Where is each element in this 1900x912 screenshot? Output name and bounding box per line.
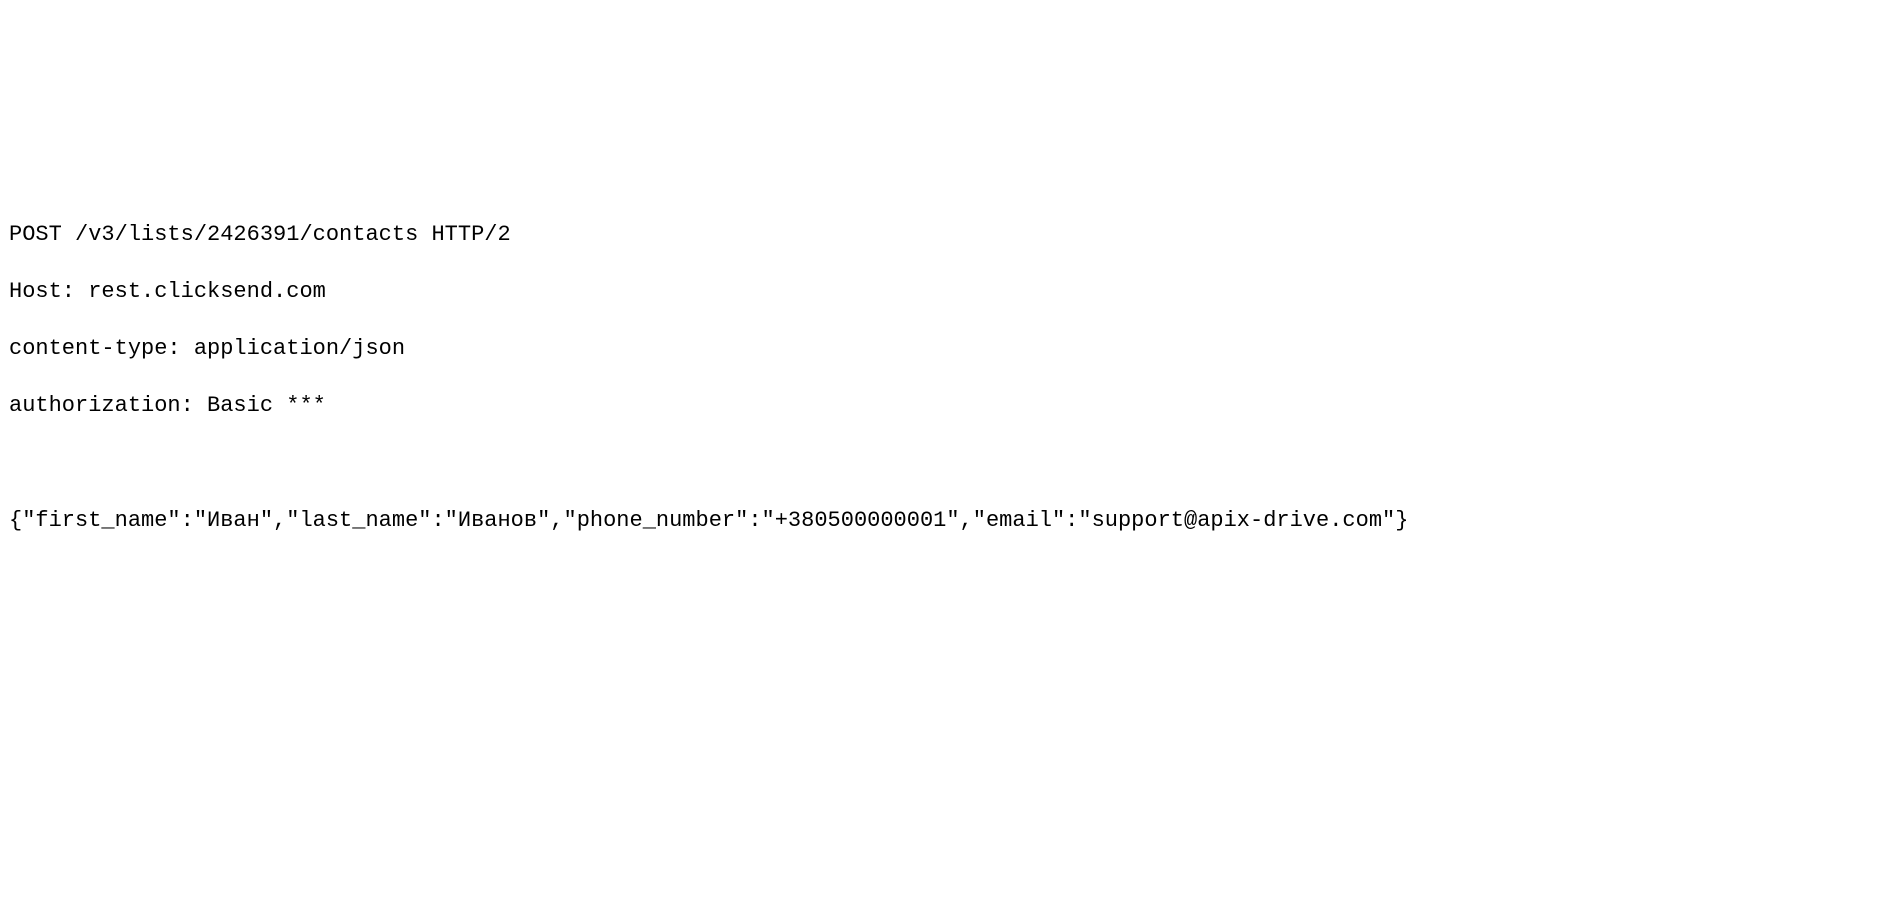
header-host: Host: rest.clicksend.com bbox=[9, 278, 1900, 307]
request-body: {"first_name":"Иван","last_name":"Иванов… bbox=[9, 507, 1900, 536]
blank-line bbox=[9, 449, 1900, 478]
request-line: POST /v3/lists/2426391/contacts HTTP/2 bbox=[9, 221, 1900, 250]
http-request-block: POST /v3/lists/2426391/contacts HTTP/2 H… bbox=[0, 0, 1900, 564]
header-authorization: authorization: Basic *** bbox=[9, 392, 1900, 421]
header-content-type: content-type: application/json bbox=[9, 335, 1900, 364]
